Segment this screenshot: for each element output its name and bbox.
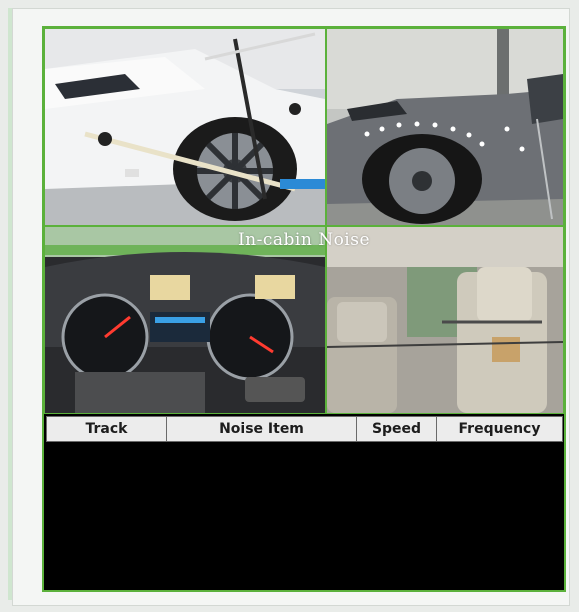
- in-cabin-noise-title: In-cabin Noise: [237, 230, 371, 250]
- noise-table-area: Track Noise Item Speed Frequency: [44, 416, 564, 590]
- column-header-speed[interactable]: Speed: [356, 416, 437, 442]
- column-header-noise-item[interactable]: Noise Item: [166, 416, 357, 442]
- column-header-frequency[interactable]: Frequency: [436, 416, 563, 442]
- seat-headrest-mic-photo: [326, 226, 564, 414]
- white-car-wheel-rig-photo: [44, 28, 326, 226]
- noise-panel: In-cabin Noise Track Noise Item Speed Fr…: [42, 26, 566, 592]
- dashboard-cluster-photo: [44, 226, 326, 414]
- column-header-track[interactable]: Track: [46, 416, 167, 442]
- noise-table: Track Noise Item Speed Frequency: [46, 416, 563, 442]
- gray-suv-sensor-photo: [326, 28, 564, 226]
- table-header-row: Track Noise Item Speed Frequency: [46, 416, 563, 442]
